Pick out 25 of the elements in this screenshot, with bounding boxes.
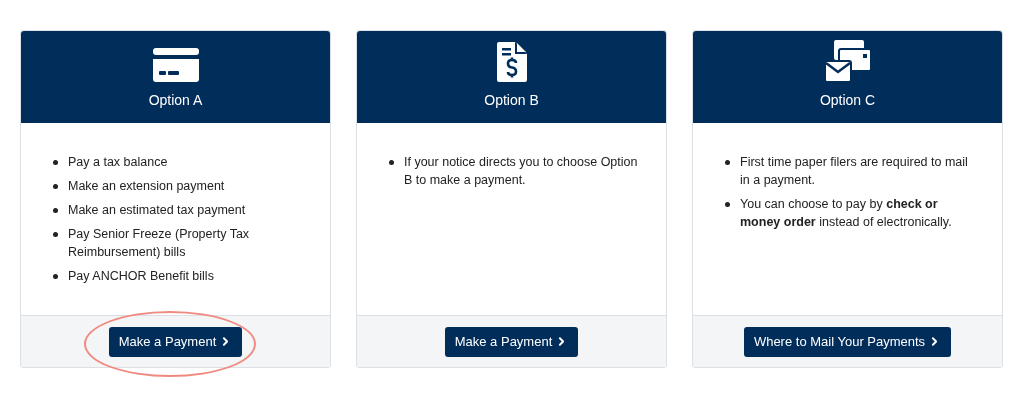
- bullet-text: First time paper filers are required to mail in a payment.: [740, 154, 969, 189]
- bullet-text: You can choose to pay by check or money order instead of electronically.: [740, 196, 953, 231]
- payment-button[interactable]: Where to Mail Your Payments: [743, 326, 952, 357]
- bullet-icon: [53, 160, 58, 165]
- bullet-icon: [53, 274, 58, 279]
- card-title: Option C: [819, 90, 876, 110]
- bullet-text: Make an estimated tax payment: [68, 202, 246, 219]
- payment-button[interactable]: Make a Payment: [444, 326, 579, 357]
- bullet-text: Make an extension payment: [68, 178, 225, 195]
- invoice-icon: [496, 41, 527, 82]
- bullet-text: Pay a tax balance: [68, 154, 168, 171]
- envelopes-icon: [824, 39, 871, 82]
- bullet-icon: [725, 202, 730, 207]
- card-title: Option A: [148, 90, 203, 110]
- card-title: Option B: [484, 90, 539, 110]
- payment-button[interactable]: Make a Payment: [108, 326, 243, 357]
- bullet-text: Pay ANCHOR Benefit bills: [68, 268, 214, 285]
- bullet-text: If your notice directs you to choose Option B to make a payment.: [404, 154, 639, 189]
- bullet-icon: [725, 160, 730, 165]
- bullet-text: Pay Senior Freeze (Property Tax Reimbursement) bills: [68, 226, 251, 261]
- credit-card-icon: [152, 47, 199, 82]
- bullet-icon: [53, 184, 58, 189]
- bullet-icon: [53, 208, 58, 213]
- bullet-icon: [389, 160, 394, 165]
- bullet-icon: [53, 232, 58, 237]
